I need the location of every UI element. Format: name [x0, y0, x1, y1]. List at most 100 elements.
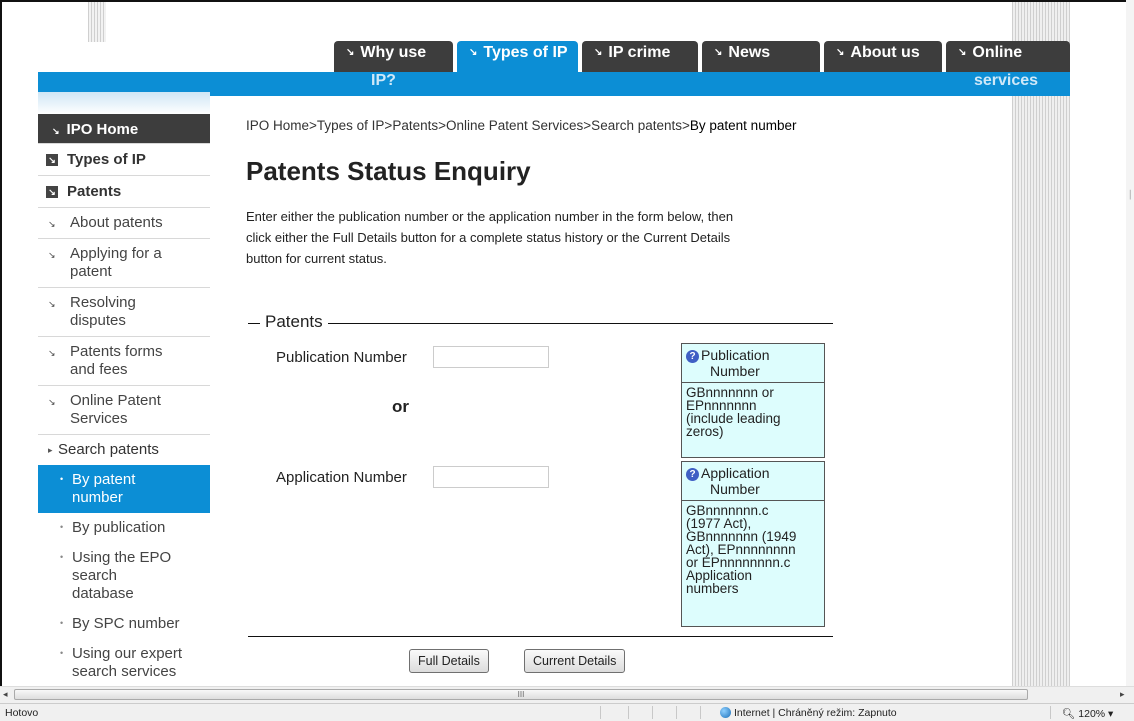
tab-arrow-icon: ↘	[469, 47, 478, 58]
sidebar-item-label: Types of IP	[67, 151, 146, 168]
arrow-icon: ↘	[52, 126, 60, 136]
publication-help-title: ? Publication Number	[682, 344, 824, 383]
sidebar-item-by-patent-number[interactable]: • By patent number	[38, 465, 210, 513]
tab-arrow-icon: ↘	[714, 47, 723, 58]
status-separator	[600, 706, 601, 719]
tab-arrow-icon: ↘	[346, 47, 355, 58]
fieldset-top-line	[248, 323, 833, 324]
publication-number-input[interactable]	[433, 346, 549, 368]
help-question-icon[interactable]: ?	[686, 350, 699, 363]
magnifier-icon: 🔍︎	[1062, 708, 1076, 720]
vertical-scrollbar[interactable]: │	[1126, 0, 1134, 686]
status-separator	[1050, 706, 1051, 719]
scroll-right-arrow-icon[interactable]: ▸	[1120, 689, 1125, 700]
help-title-line: Application	[701, 465, 770, 481]
status-separator	[700, 706, 701, 719]
sidebar-item-by-publication[interactable]: • By publication	[38, 513, 210, 543]
sidebar-item-resolving-disputes[interactable]: ↘ Resolving disputes	[38, 288, 210, 337]
application-number-label: Application Number	[276, 469, 407, 486]
tab-why-use-ip[interactable]: ↘ Why use	[334, 41, 453, 72]
full-details-button[interactable]: Full Details	[409, 649, 489, 673]
scroll-grip-icon: │	[1128, 190, 1133, 199]
sidebar-item-label-line2: search services	[72, 663, 177, 680]
application-number-input[interactable]	[433, 466, 549, 488]
security-zone[interactable]: Internet | Chráněný režim: Zapnuto	[720, 707, 897, 719]
sidebar-item-label: IPO Home	[66, 121, 139, 138]
publication-help-body: GBnnnnnnn or EPnnnnnnn (include leading …	[682, 383, 824, 441]
bullet-icon: •	[60, 648, 64, 658]
sidebar-item-patents-forms-and-fees[interactable]: ↘ Patents forms and fees	[38, 337, 210, 386]
sidebar-item-label: Resolving	[70, 294, 136, 311]
tab-online-services[interactable]: ↘ Online	[946, 41, 1070, 72]
sidebar-item-label-line2: Services	[70, 410, 128, 427]
sidebar-item-label: By SPC number	[72, 615, 180, 632]
arrow-icon: ↘	[48, 299, 56, 309]
intro-text: Enter either the publication number or t…	[246, 206, 836, 269]
sidebar-item-label-line2: and fees	[70, 361, 128, 378]
sidebar-item-label: By patent	[72, 471, 136, 488]
sidebar-item-label: Online Patent	[70, 392, 161, 409]
tab-about-us[interactable]: ↘ About us	[824, 41, 942, 72]
scroll-left-arrow-icon[interactable]: ◂	[3, 689, 8, 700]
tab-arrow-icon: ↘	[594, 47, 603, 58]
current-details-button[interactable]: Current Details	[524, 649, 626, 673]
sidebar-item-label-line2: search	[72, 567, 118, 584]
sidebar-item-label: Using the EPO	[72, 549, 172, 566]
help-question-icon[interactable]: ?	[686, 468, 699, 481]
bullet-icon: •	[60, 618, 64, 628]
tab-label: About us	[850, 44, 920, 61]
sidebar-item-label-line2: disputes	[70, 312, 126, 329]
or-separator: or	[392, 397, 409, 416]
tab-types-of-ip[interactable]: ↘ Types of IP	[457, 41, 578, 74]
application-help-body: GBnnnnnnn.c (1977 Act), GBnnnnnnn (1949 …	[682, 501, 824, 598]
tab-news[interactable]: ↘ News	[702, 41, 820, 72]
sidebar-item-label: Patents forms	[70, 343, 163, 360]
arrow-icon: ↘	[48, 348, 56, 358]
sidebar-item-online-patent-services[interactable]: ↘ Online Patent Services	[38, 386, 210, 435]
breadcrumb: IPO Home>Types of IP>Patents>Online Pate…	[246, 118, 796, 133]
bullet-icon: •	[60, 552, 64, 562]
sidebar-item-applying-for-a-patent[interactable]: ↘ Applying for a patent	[38, 239, 210, 288]
status-separator	[652, 706, 653, 719]
help-body-line: zeros)	[686, 424, 724, 439]
fieldset-legend: Patents	[260, 312, 328, 332]
globe-icon	[720, 707, 731, 718]
sidebar-top-gradient	[38, 92, 210, 114]
sidebar-item-search-patents[interactable]: ▸ Search patents	[38, 435, 210, 465]
sidebar-item-label-line2: number	[72, 489, 123, 506]
horizontal-scrollbar[interactable]: ◂ III ▸	[0, 686, 1134, 703]
intro-line: Enter either the publication number or t…	[246, 209, 734, 224]
sidebar-item-ipo-home[interactable]: ↘ IPO Home	[38, 114, 210, 144]
status-separator	[676, 706, 677, 719]
status-bar: Hotovo Internet | Chráněný režim: Zapnut…	[0, 703, 1134, 721]
arrow-icon: ↘	[48, 397, 56, 407]
sidebar-item-using-epo-search-database[interactable]: • Using the EPO search database	[38, 543, 210, 609]
sidebar-item-types-of-ip[interactable]: ↘ Types of IP	[38, 144, 210, 176]
page-margin-pattern	[88, 2, 106, 42]
intro-line: button for current status.	[246, 251, 387, 266]
chevron-down-icon: ▾	[1108, 708, 1114, 720]
help-body-line: numbers	[686, 581, 739, 596]
sidebar-item-by-spc-number[interactable]: • By SPC number	[38, 609, 210, 639]
sidebar-item-label-line2: patent	[70, 263, 112, 280]
sidebar-nav: ↘ IPO Home ↘ Types of IP ↘ Patents ↘ About p…	[38, 114, 210, 687]
tab-label: News	[728, 44, 771, 61]
breadcrumb-trail[interactable]: IPO Home>Types of IP>Patents>Online Pate…	[246, 118, 690, 133]
arrow-icon: ↘	[48, 219, 56, 229]
bullet-icon: •	[60, 474, 64, 484]
tab-ip-crime[interactable]: ↘ IP crime	[582, 41, 698, 72]
sidebar-item-about-patents[interactable]: ↘ About patents	[38, 208, 210, 239]
tab-label: Types of IP	[483, 44, 568, 61]
sidebar-item-label: Applying for a	[70, 245, 162, 262]
sidebar-item-expert-search-services[interactable]: • Using our expert search services	[38, 639, 210, 687]
horizontal-scroll-thumb[interactable]: III	[14, 689, 1028, 700]
arrow-icon: ↘	[48, 250, 56, 260]
zoom-control[interactable]: 🔍︎ 120% ▾	[1062, 707, 1113, 720]
application-help-title: ? Application Number	[682, 462, 824, 501]
tab-label: Why use	[360, 44, 427, 61]
tab-label: Online	[972, 44, 1023, 61]
publication-number-label: Publication Number	[276, 349, 407, 366]
sidebar-item-label-line3: database	[72, 585, 134, 602]
sidebar-item-patents[interactable]: ↘ Patents	[38, 176, 210, 208]
help-title-line: Publication	[701, 347, 770, 363]
